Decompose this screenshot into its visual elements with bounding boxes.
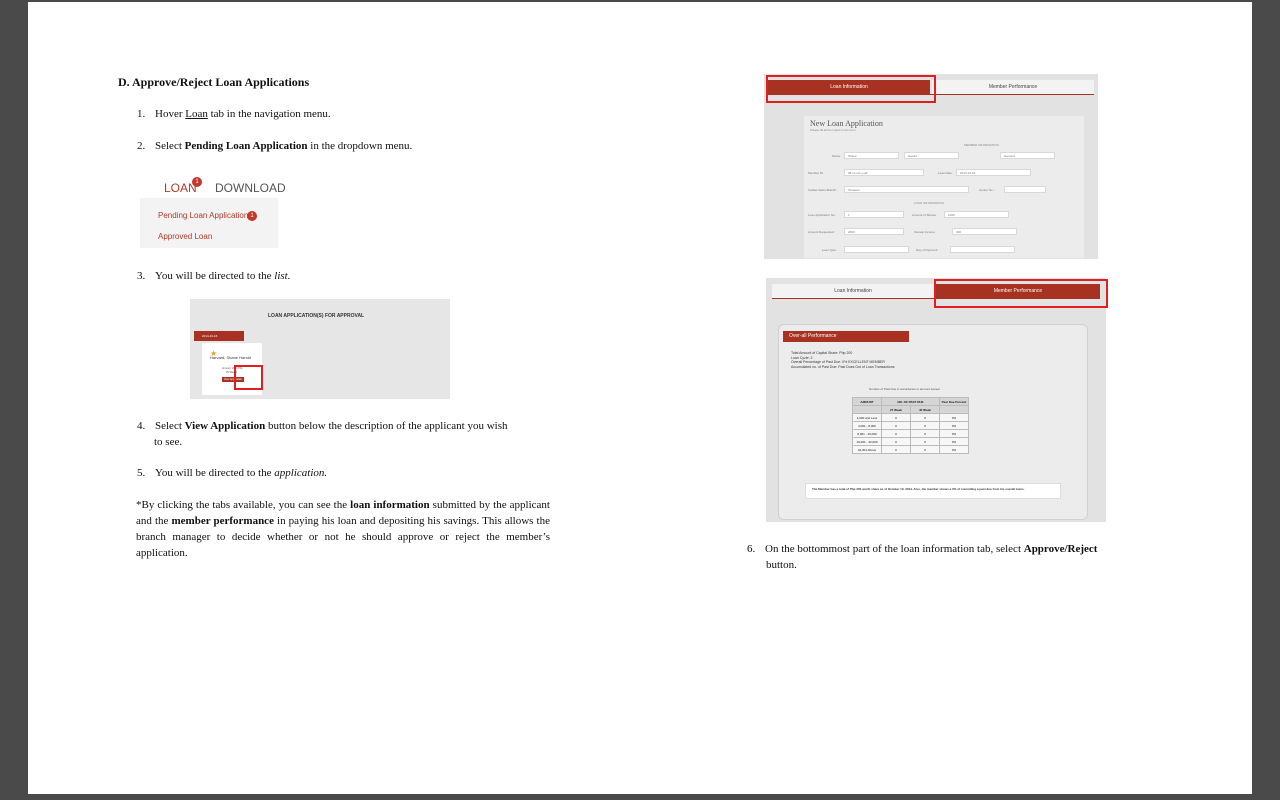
star-icon: ★ [210, 349, 218, 358]
table-row: 16,001 - 32,000 0 0 0% [852, 437, 969, 446]
notification-badge: 1 [247, 211, 257, 221]
highlight-box [934, 279, 1108, 308]
day-of-payment-select[interactable] [950, 246, 1015, 253]
document-page: D. Approve/Reject Loan Applications 1. Ho… [28, 2, 1252, 794]
step-number: 2. [137, 140, 146, 152]
loan-type-select[interactable] [844, 246, 909, 253]
nav-menu-screenshot: LOAN 1 DOWNLOAD Pending Loan Application… [140, 170, 286, 248]
highlight-box [766, 75, 936, 103]
loan-term: Loan [185, 108, 208, 120]
past-due-table: AMOUNT NO. OF PAST DUE Past Due Percent 27… [852, 397, 969, 454]
table-row: 4,001 - 8,000 0 0 0% [852, 421, 969, 430]
performance-panel: Over-all Performance Total Amount of Cap… [778, 324, 1088, 520]
step-6: 6. On the bottommost part of the loan inf… [747, 543, 1098, 555]
section-heading: D. Approve/Reject Loan Applications [118, 75, 310, 89]
loan-information-screenshot: Loan Information Member Performance New … [764, 74, 1098, 259]
step-2: 2. Select Pending Loan Application in the… [137, 140, 413, 152]
step-3: 3. You will be directed to the list. [137, 270, 291, 282]
step-number: 1. [137, 108, 146, 120]
tab-loan-information[interactable]: Loan Information [772, 284, 934, 298]
overall-performance-header: Over-all Performance [783, 331, 909, 342]
member-id-field[interactable]: 08-xx-xxx-y-all [844, 169, 924, 176]
approval-list-screenshot: LOAN APPLICATION(S) FOR APPROVAL 2014-10… [190, 299, 450, 399]
pending-loan-menu-item: Pending Loan Application [158, 211, 249, 220]
interest-income-field[interactable]: 400 [952, 228, 1017, 235]
table-row: 4,000 and Less 0 0 0% [852, 413, 969, 422]
step-6-continued: button. [766, 559, 797, 571]
notification-badge: 1 [192, 177, 202, 187]
form-title: New Loan Application [810, 119, 883, 128]
performance-footer-note: The Member has a total of Php 200 worth … [805, 483, 1061, 499]
list-title: LOAN APPLICATION(S) FOR APPROVAL [268, 313, 365, 319]
member-info-header: MEMBER INFORMATION [964, 143, 999, 147]
step-1: 1. Hover Loan tab in the navigation menu. [137, 108, 331, 120]
form-subtitle: Please fill all the inputs in the form [810, 128, 856, 132]
name-field-middle[interactable]: Harold [904, 152, 959, 159]
table-row: 8,001 - 16,000 0 0 0% [852, 429, 969, 438]
branch-field[interactable]: Tanauan [844, 186, 969, 193]
amount-of-shares-select[interactable]: 1000 [944, 211, 1009, 218]
download-nav-tab: DOWNLOAD [215, 181, 286, 195]
table-caption: Number of Past Due in accordance to amou… [869, 387, 940, 391]
table-row: 32,001 Above 0 0 0% [852, 445, 969, 454]
highlight-box [234, 365, 263, 390]
step-5: 5. You will be directed to the applicatio… [137, 467, 328, 479]
loan-application-no-field[interactable]: 1 [844, 211, 904, 218]
step-4-continued: to see. [154, 436, 183, 448]
member-performance-screenshot: Loan Information Member Performance Over… [766, 278, 1108, 522]
step-4: 4. Select View Application button below t… [137, 420, 508, 432]
amount-requested-field[interactable]: 2000 [844, 228, 904, 235]
tab-member-performance[interactable]: Member Performance [932, 80, 1094, 94]
loan-form: New Loan Application Please fill all the… [804, 116, 1084, 258]
loan-info-header: LOAN INFORMATION [914, 201, 944, 205]
loan-date-field[interactable]: 2014-10-16 [956, 169, 1031, 176]
name-field-last[interactable]: Harvard [1000, 152, 1055, 159]
date-bar: 2014-10-16 [194, 331, 244, 341]
approved-loan-menu-item: Approved Loan [158, 232, 213, 241]
performance-summary: Total Amount of Capital Share: Php 200 L… [791, 351, 895, 369]
note-paragraph: *By clicking the tabs available, you can… [136, 499, 550, 559]
center-no-field[interactable] [1004, 186, 1046, 193]
name-field-first[interactable]: Shane [844, 152, 899, 159]
